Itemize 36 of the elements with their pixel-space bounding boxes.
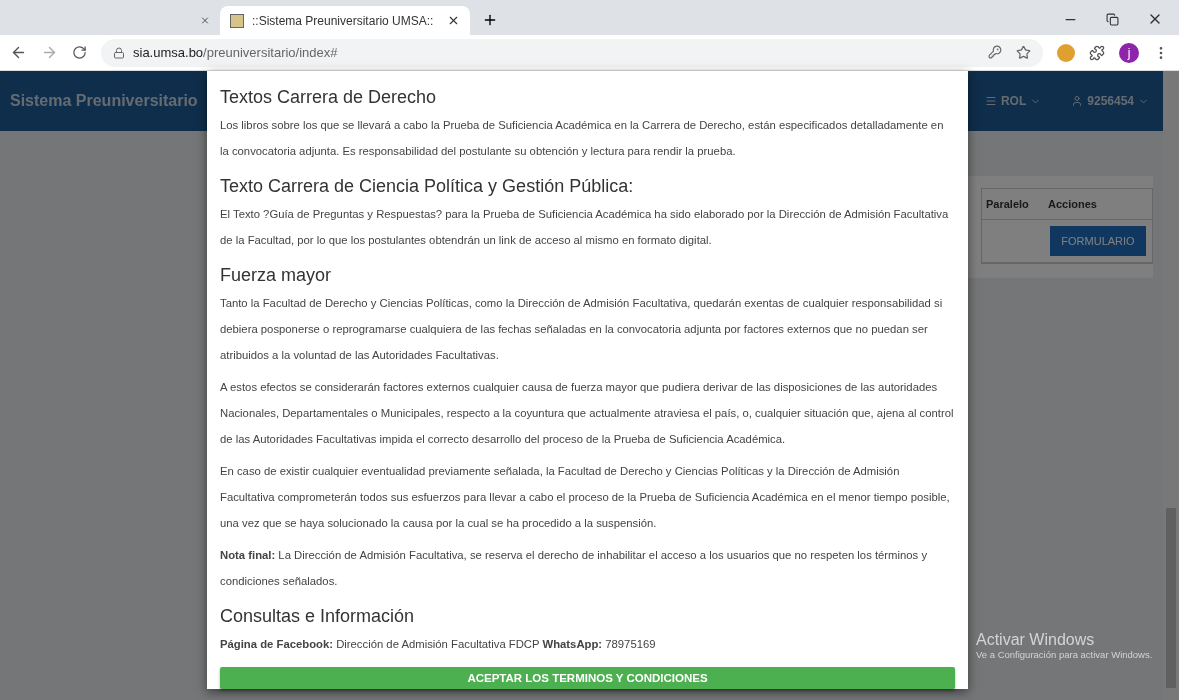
paragraph: Página de Facebook: Dirección de Admisión Facultativa FDCP WhatsApp: 78975169 [220, 637, 657, 652]
bookmark-star-icon[interactable] [1016, 45, 1031, 60]
browser-tab[interactable]: ::Sistema Preuniversitario UMSA:: [220, 6, 470, 35]
paragraph: El Texto ?Guía de Preguntas y Respuestas? para la Prueba de Suficiencia Académica ha sido elaborado por la Dirección de Admisión Facultativa de la Facultad, por lo que los postulantes obtendrán un link de acceso al mismo en formato digital. [220, 207, 950, 248]
column-header: Acciones [1047, 198, 1098, 210]
key-icon[interactable] [988, 45, 1002, 59]
paragraph: Nota final: La Dirección de Admisión Facultativa, se reserva el derecho de inhabilitar el acceso a los usuarios que no respeten los términos y condiciones señalados. [220, 548, 929, 589]
section-heading: Texto Carrera de Ciencia Política y Gestión Pública: [220, 176, 635, 197]
user-icon [1071, 95, 1084, 107]
paragraph: En caso de existir cualquier eventualidad previamente señalada, la Facultad de Derecho y Ciencias Políticas y la Dirección de Admisión Facultativa comprometerán todos sus esfuerzos para llevar a cabo el proceso de la Prueba de Suficiencia Académica en el menor tiempo posible, una vez que se haya solucionado la causa por la cual se ha procedido a la suspensión. [220, 464, 951, 531]
column-header: Paralelo [985, 198, 1030, 210]
nav-dropdown[interactable]: ROL [984, 94, 1042, 108]
paragraph: A estos efectos se considerarán factores externos cualquier causa de fuerza mayor que pudiera derivar de las disposiciones de las autoridades Nacionales, Departamentales o Municipales, respecto a la coyuntura que actualmente atraviesa el país, o, cualquier situación que, ajena al control de las Autoridades Facultativas impida el correcto desarrollo del proceso de la Prueba de Suficiencia Académica. [220, 380, 955, 447]
section-heading: Consultas e Información [220, 606, 416, 627]
activation-text: Ve a Configuración para activar Windows. [976, 649, 1153, 660]
section-heading: Textos Carrera de Derecho [220, 87, 438, 108]
back-icon[interactable] [10, 44, 27, 61]
accept-terms-button[interactable]: ACEPTAR LOS TERMINOS Y CONDICIONES [220, 667, 955, 689]
close-icon[interactable] [447, 14, 460, 27]
favicon-icon [230, 13, 244, 28]
paragraph: Los libros sobre los que se llevará a cabo la Prueba de Suficiencia Académica en la Carrera de Derecho, están especificados detalladamente en la convocatoria adjunta. Es responsabilidad del postulante su obtención y lectura para rendir la prueba. [220, 118, 945, 159]
paragraph: Tanto la Facultad de Derecho y Ciencias Políticas, como la Dirección de Admisión Facultativa, quedarán exentas de cualquier responsabilidad si debiera posponerse o reprogramarse cualquiera de las fechas señaladas en la convocatoria adjunta por factores externos que no puedan ser atribuidos a la voluntad de las Autoridades Facultativas. [220, 296, 944, 363]
scrollbar[interactable] [1163, 71, 1179, 700]
address-field[interactable]: sia.umsa.bo/preuniversitario/index# [101, 38, 1043, 67]
new-tab-icon[interactable] [482, 12, 498, 28]
brand-title[interactable]: Sistema Preuniversitario [10, 92, 198, 110]
hamburger-icon [984, 95, 997, 107]
activation-title: Activar Windows [976, 631, 1096, 649]
lock-icon [113, 46, 125, 59]
section-heading: Fuerza mayor [220, 265, 333, 286]
restore-icon[interactable] [1106, 12, 1119, 26]
profile-avatar[interactable]: j [1119, 42, 1139, 63]
nav-dropdown[interactable]: 9256454 [1071, 94, 1149, 108]
reload-icon[interactable] [72, 45, 87, 60]
extensions-icon[interactable] [1089, 44, 1105, 61]
formulario-button[interactable]: FORMULARIO [1050, 226, 1146, 256]
